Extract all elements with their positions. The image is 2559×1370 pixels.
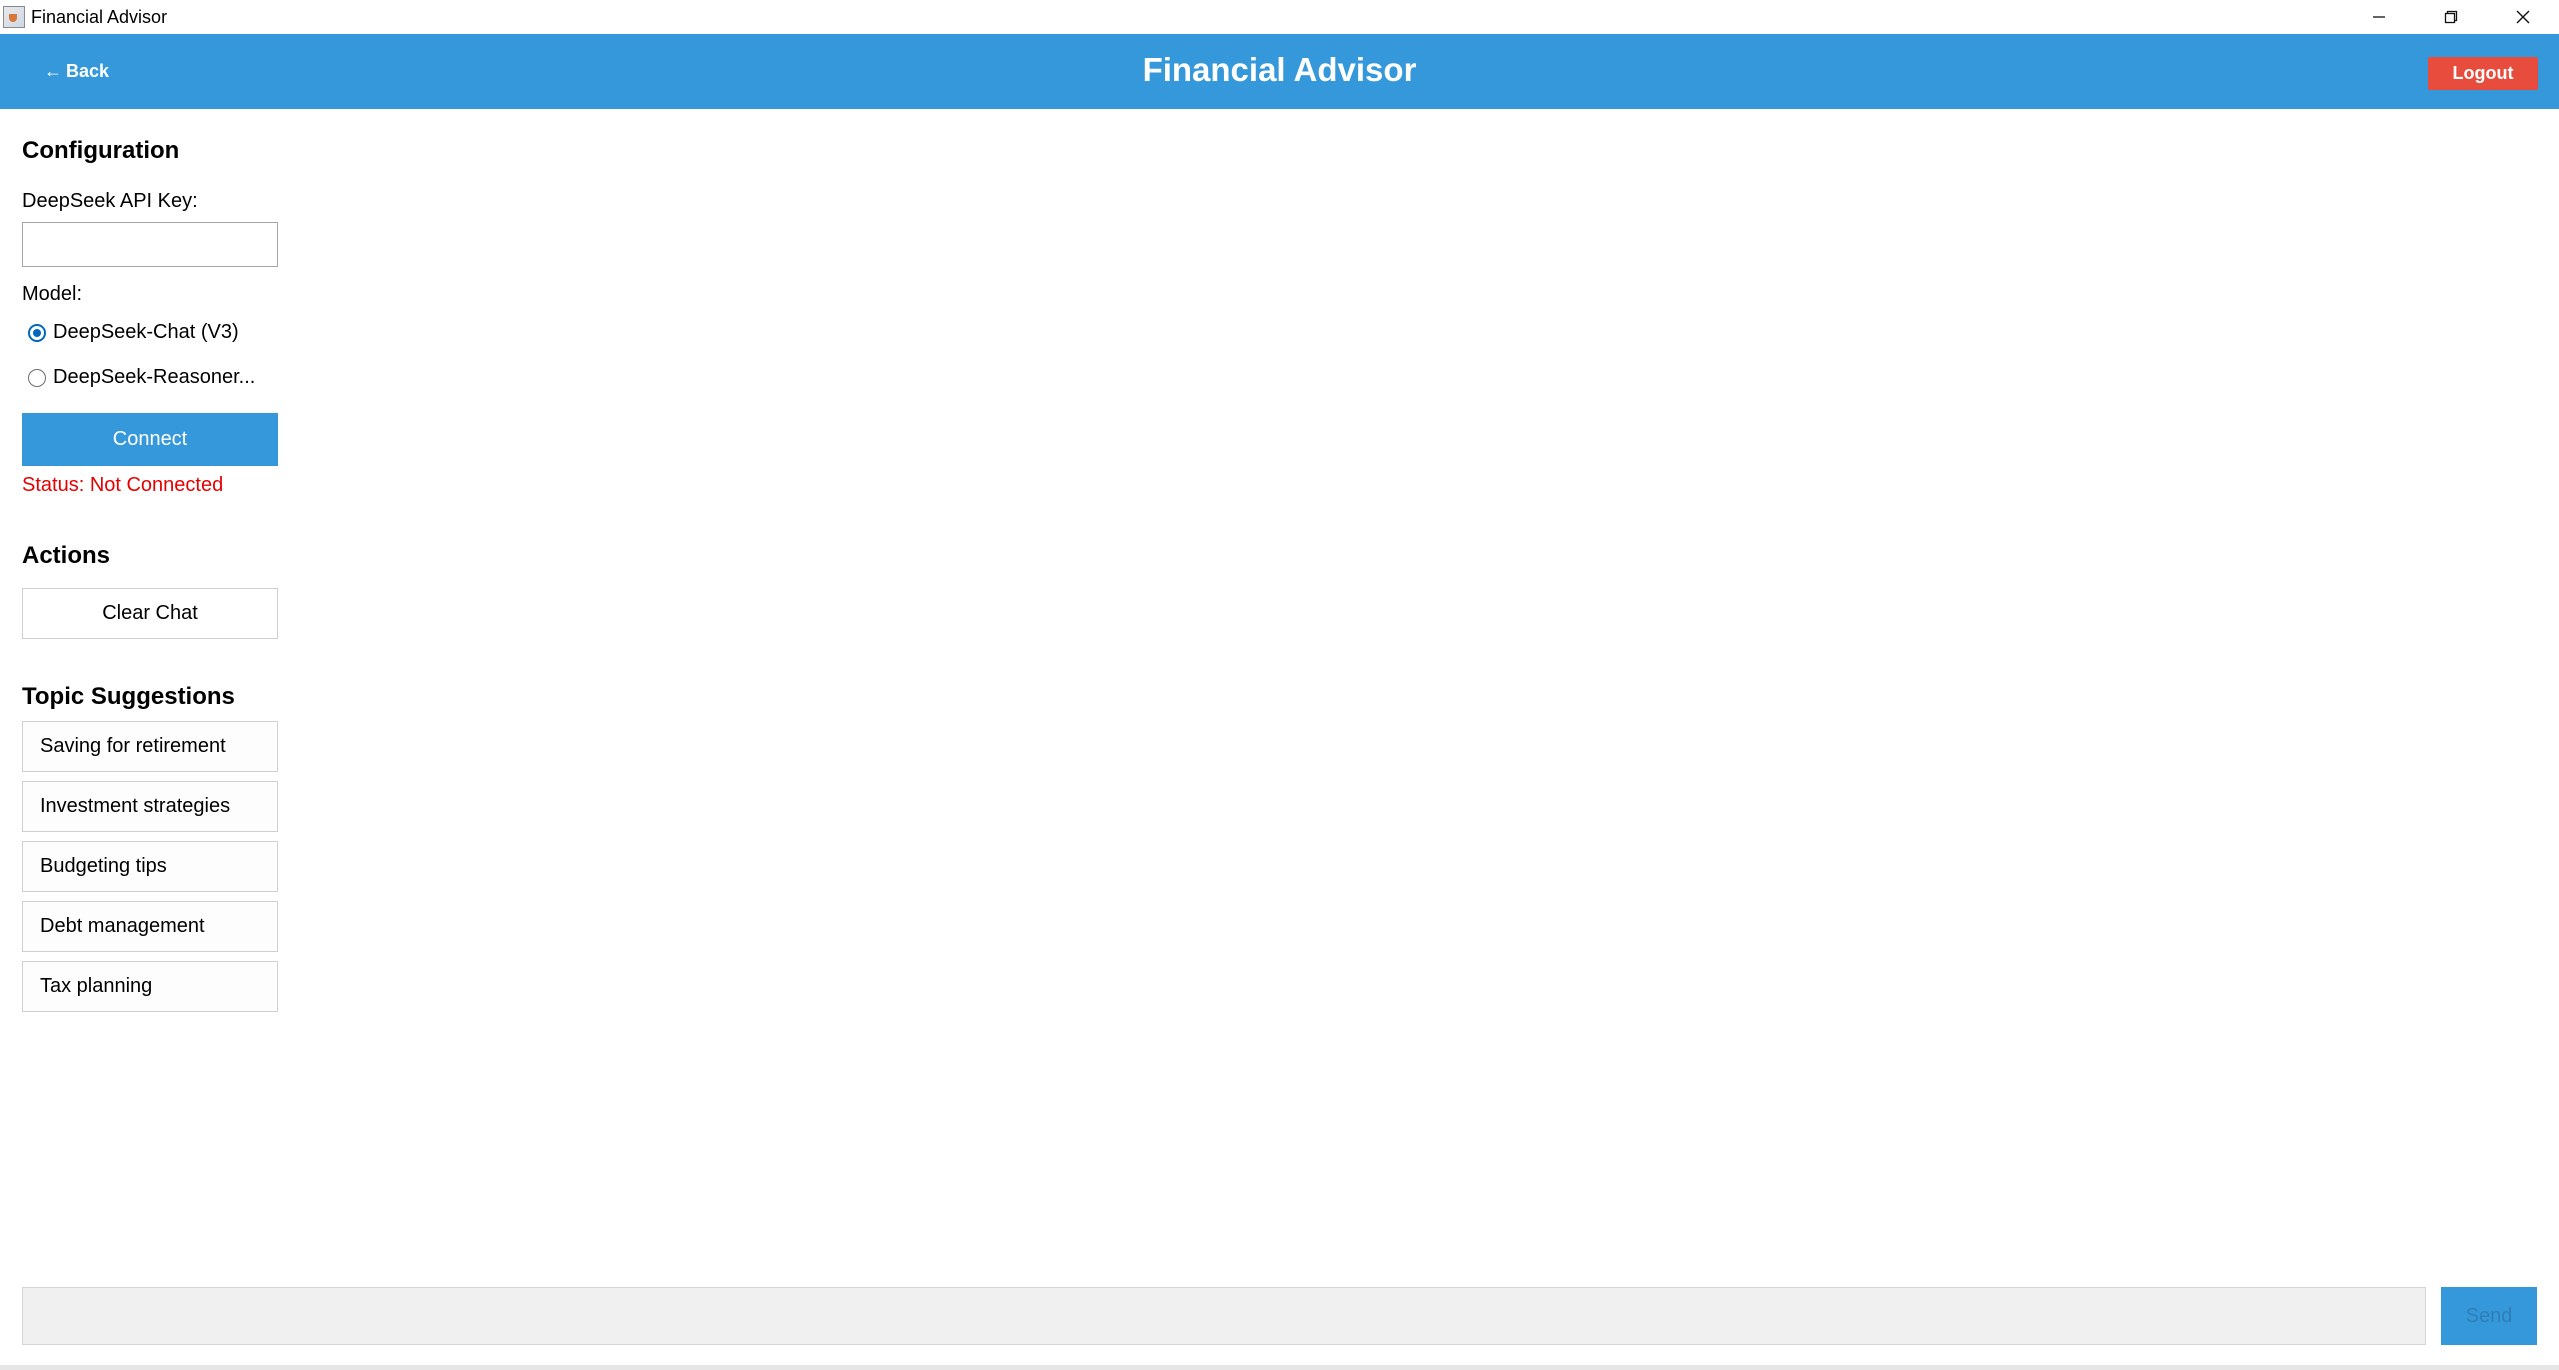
minimize-icon [2373,16,2385,18]
back-button[interactable]: ← Back [44,56,109,86]
model-option-label: DeepSeek-Reasoner... [53,366,256,388]
model-option-reasoner[interactable]: DeepSeek-Reasoner... [28,366,255,389]
connect-button[interactable]: Connect [22,413,278,466]
message-input[interactable] [22,1287,2426,1345]
send-button[interactable]: Send [2441,1287,2537,1345]
minimize-button[interactable] [2343,0,2415,34]
window-bottom-edge [0,1365,2559,1370]
app-window: Financial Advisor Financial Advisor ← Ba… [0,0,2559,1370]
logout-button[interactable]: Logout [2428,57,2538,90]
api-key-label: DeepSeek API Key: [22,190,198,212]
radio-unselected-icon [28,368,46,387]
window-title: Financial Advisor [31,6,168,27]
back-label: Back [66,60,110,81]
model-option-chat[interactable]: DeepSeek-Chat (V3) [28,321,239,344]
restore-icon [2444,10,2458,24]
topic-saving-for-retirement[interactable]: Saving for retirement [22,721,278,772]
java-cup-icon [3,6,25,28]
left-arrow-icon: ← [44,60,62,81]
window-controls [2343,0,2559,34]
topic-tax-planning[interactable]: Tax planning [22,961,278,1012]
topic-budgeting-tips[interactable]: Budgeting tips [22,841,278,892]
app-header: Financial Advisor ← Back Logout [0,34,2559,109]
clear-chat-button[interactable]: Clear Chat [22,588,278,639]
topic-debt-management[interactable]: Debt management [22,901,278,952]
connection-status: Status: Not Connected [22,474,224,496]
page-title: Financial Advisor [1142,51,1417,88]
title-bar: Financial Advisor [0,0,2559,34]
close-icon [2516,10,2530,24]
actions-heading: Actions [22,542,111,569]
radio-selected-icon [28,323,46,342]
topic-investment-strategies[interactable]: Investment strategies [22,781,278,832]
model-option-label: DeepSeek-Chat (V3) [53,321,239,343]
topic-suggestions-heading: Topic Suggestions [22,683,235,710]
api-key-input[interactable] [22,222,278,267]
model-label: Model: [22,283,83,305]
restore-button[interactable] [2415,0,2487,34]
configuration-heading: Configuration [22,137,180,164]
close-button[interactable] [2487,0,2559,34]
